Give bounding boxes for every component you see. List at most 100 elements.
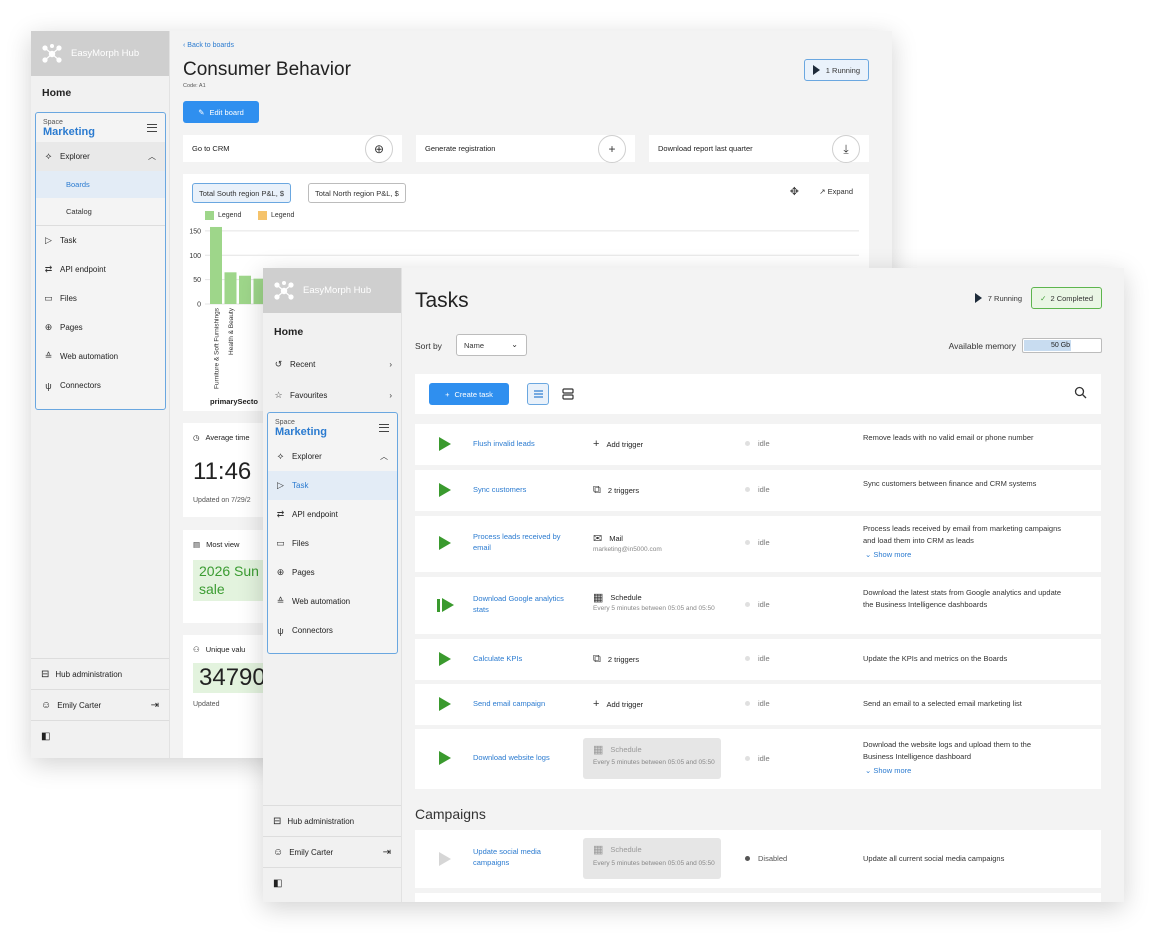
task-row[interactable]: Download website logs ▦ Schedule Every 5 … bbox=[415, 729, 1101, 789]
home-link[interactable]: Home bbox=[31, 76, 169, 110]
plus-icon[interactable]: + bbox=[598, 135, 626, 163]
space-header[interactable]: Space Marketing bbox=[268, 413, 397, 442]
task-trigger[interactable]: ⧉ 2 triggers bbox=[593, 484, 639, 497]
stat-card-unique-values: ⚇ Unique valu 34790 Updated bbox=[183, 635, 273, 758]
chart-bar[interactable] bbox=[239, 275, 251, 304]
users-icon: ⚇ bbox=[193, 645, 200, 654]
running-task-icon[interactable] bbox=[437, 599, 440, 612]
logout-icon[interactable]: ⇥ bbox=[383, 847, 391, 858]
task-trigger[interactable]: ▦ Schedule bbox=[593, 743, 642, 756]
status-dot bbox=[745, 656, 750, 661]
stat-updated: Updated bbox=[193, 701, 220, 708]
sidebar-item-api-endpoint[interactable]: ⇄ API endpoint bbox=[36, 255, 165, 284]
space-label: Space bbox=[275, 419, 295, 426]
task-row[interactable]: Download Google analytics stats ▦ Schedul… bbox=[415, 577, 1101, 634]
action-card-generate-registration[interactable]: Generate registration + bbox=[416, 135, 635, 163]
collapse-sidebar-button[interactable]: ◧ bbox=[31, 720, 169, 751]
task-trigger[interactable]: + Add trigger bbox=[593, 438, 643, 450]
sidebar-item-boards[interactable]: Boards bbox=[36, 171, 165, 198]
sidebar-item-pages[interactable]: ⊕ Pages bbox=[36, 313, 165, 342]
hub-administration-link[interactable]: ⊟ Hub administration bbox=[263, 805, 401, 836]
action-card-go-to-crm[interactable]: Go to CRM ⊕ bbox=[183, 135, 402, 163]
action-card-download-report[interactable]: Download report last quarter ⤓ bbox=[649, 135, 869, 163]
sidebar-item-catalog[interactable]: Catalog bbox=[36, 198, 165, 225]
collapse-sidebar-button[interactable]: ◧ bbox=[263, 867, 401, 898]
run-task-icon[interactable] bbox=[442, 598, 454, 612]
task-trigger[interactable]: ▦ Schedule bbox=[593, 591, 642, 604]
task-name[interactable]: Flush invalid leads bbox=[473, 438, 578, 449]
run-task-icon[interactable] bbox=[439, 852, 451, 866]
chart-bar[interactable] bbox=[210, 226, 222, 304]
hamburger-menu-icon[interactable] bbox=[147, 124, 157, 132]
task-name[interactable]: Download Google analytics stats bbox=[473, 593, 578, 616]
sidebar-item-task[interactable]: ▷ Task bbox=[36, 226, 165, 255]
task-name[interactable]: Update social media campaigns bbox=[473, 846, 578, 869]
create-task-button[interactable]: + Create task bbox=[429, 383, 509, 405]
list-view-button[interactable] bbox=[527, 383, 549, 405]
sidebar-item-recent[interactable]: ↺ Recent › bbox=[263, 350, 401, 379]
sidebar-item-connectors[interactable]: ψ Connectors bbox=[36, 371, 165, 400]
sidebar-item-api-endpoint[interactable]: ⇄ API endpoint bbox=[268, 500, 397, 529]
chart-bar[interactable] bbox=[224, 272, 237, 304]
hub-administration-link[interactable]: ⊟ Hub administration bbox=[31, 658, 169, 689]
card-view-button[interactable] bbox=[557, 383, 579, 405]
task-name[interactable]: Calculate KPIs bbox=[473, 653, 578, 664]
sidebar-item-web-automation[interactable]: ≙ Web automation bbox=[36, 342, 165, 371]
sidebar-item-favourites[interactable]: ☆ Favourites › bbox=[263, 379, 401, 411]
sidebar-item-task[interactable]: ▷ Task bbox=[268, 471, 397, 500]
task-name[interactable]: Send email campaign bbox=[473, 698, 578, 709]
completed-button[interactable]: ✓ 2 Completed bbox=[1031, 287, 1102, 309]
task-row[interactable]: Sync customers ⧉ 2 triggers idle Sync cus… bbox=[415, 470, 1101, 511]
sidebar-item-files[interactable]: ▭ Files bbox=[268, 529, 397, 558]
run-task-icon[interactable] bbox=[439, 652, 451, 666]
run-task-icon[interactable] bbox=[439, 751, 451, 765]
brand-name: EasyMorph Hub bbox=[303, 285, 372, 296]
back-to-boards-link[interactable]: ‹ Back to boards bbox=[183, 42, 234, 49]
task-trigger[interactable]: ⧉ 2 triggers bbox=[593, 653, 639, 666]
task-trigger[interactable]: + Add trigger bbox=[593, 698, 643, 710]
task-row[interactable] bbox=[415, 893, 1101, 902]
play-icon bbox=[974, 293, 982, 303]
task-description: Download the latest stats from Google an… bbox=[863, 588, 1062, 609]
user-row[interactable]: ☺ Emily Carter ⇥ bbox=[31, 689, 169, 720]
run-task-icon[interactable] bbox=[439, 437, 451, 451]
task-name[interactable]: Download website logs bbox=[473, 752, 578, 763]
task-trigger[interactable]: ▦ Schedule bbox=[593, 843, 642, 856]
globe-icon[interactable]: ⊕ bbox=[365, 135, 393, 163]
logout-icon[interactable]: ⇥ bbox=[151, 700, 159, 711]
sidebar-item-pages[interactable]: ⊕ Pages bbox=[268, 558, 397, 587]
task-row[interactable]: Update social media campaigns ▦ Schedule … bbox=[415, 830, 1101, 888]
running-button[interactable]: 1 Running bbox=[803, 59, 869, 81]
sidebar-item-explorer[interactable]: ⟡ Explorer ︿ bbox=[36, 142, 165, 171]
sidebar-item-connectors[interactable]: ψ Connectors bbox=[268, 616, 397, 645]
task-name[interactable]: Sync customers bbox=[473, 484, 578, 495]
sidebar-item-explorer[interactable]: ⟡ Explorer ︿ bbox=[268, 442, 397, 471]
show-more-link[interactable]: ⌄ Show more bbox=[865, 550, 911, 559]
hamburger-menu-icon[interactable] bbox=[379, 424, 389, 432]
user-row[interactable]: ☺ Emily Carter ⇥ bbox=[263, 836, 401, 867]
search-icon[interactable] bbox=[1074, 386, 1087, 404]
task-row[interactable]: Send email campaign + Add trigger idle Se… bbox=[415, 684, 1101, 725]
sort-select[interactable]: Name ⌄ bbox=[456, 334, 527, 356]
edit-board-button[interactable]: ✎ Edit board bbox=[183, 101, 259, 123]
download-icon[interactable]: ⤓ bbox=[832, 135, 860, 163]
task-description: Send an email to a selected email market… bbox=[863, 699, 1022, 708]
home-link[interactable]: Home bbox=[263, 313, 401, 350]
memory-bar: 50 Gb bbox=[1022, 338, 1102, 353]
run-task-icon[interactable] bbox=[439, 483, 451, 497]
sidebar-item-files[interactable]: ▭ Files bbox=[36, 284, 165, 313]
task-row[interactable]: Calculate KPIs ⧉ 2 triggers idle Update t… bbox=[415, 639, 1101, 680]
status-dot bbox=[745, 441, 750, 446]
task-row[interactable]: Flush invalid leads + Add trigger idle Re… bbox=[415, 424, 1101, 465]
stat-title: ◷ Average time bbox=[193, 433, 250, 442]
space-header[interactable]: Space Marketing bbox=[36, 113, 165, 142]
show-more-link[interactable]: ⌄ Show more bbox=[865, 766, 911, 775]
sidebar-item-web-automation[interactable]: ≙ Web automation bbox=[268, 587, 397, 616]
running-indicator[interactable]: 7 Running bbox=[974, 293, 1022, 303]
task-row[interactable]: Process leads received by email ✉ Mail ma… bbox=[415, 516, 1101, 572]
task-trigger[interactable]: ✉ Mail bbox=[593, 532, 623, 545]
run-task-icon[interactable] bbox=[439, 697, 451, 711]
pencil-icon: ✎ bbox=[198, 107, 205, 117]
run-task-icon[interactable] bbox=[439, 536, 451, 550]
task-name[interactable]: Process leads received by email bbox=[473, 531, 578, 554]
